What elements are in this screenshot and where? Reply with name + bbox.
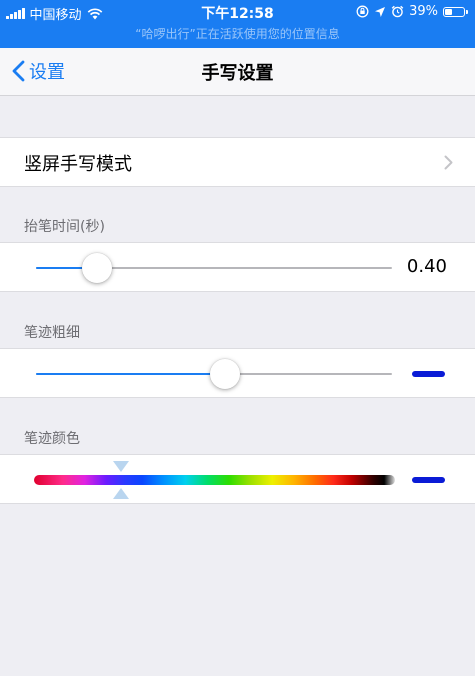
stroke-color-row [0, 454, 475, 504]
page-title: 手写设置 [201, 63, 274, 84]
battery-fill [445, 8, 452, 15]
portrait-handwriting-mode-row[interactable]: 竖屏手写模式 [0, 137, 475, 187]
alarm-icon [391, 5, 404, 18]
chevron-right-icon [444, 155, 453, 170]
stroke-color-preview [412, 477, 445, 483]
portrait-handwriting-mode-label: 竖屏手写模式 [24, 154, 132, 175]
orientation-lock-icon [356, 5, 369, 18]
stroke-width-preview [412, 371, 445, 377]
stroke-width-track-fill [36, 373, 225, 375]
battery-percent: 39% [409, 4, 438, 19]
status-right: 39% [356, 4, 468, 19]
stroke-width-header: 笔迹粗细 [24, 325, 80, 341]
pen-lift-time-header: 抬笔时间(秒) [24, 219, 105, 235]
stroke-width-slider-thumb[interactable] [209, 359, 240, 389]
pen-lift-time-row: 0.40 [0, 242, 475, 292]
stroke-width-row [0, 348, 475, 398]
navigation-bar: 设置 手写设置 [0, 48, 475, 96]
location-arrow-icon [375, 6, 386, 17]
color-spectrum-slider[interactable] [34, 475, 395, 485]
pen-lift-time-value: 0.40 [406, 256, 447, 277]
battery-icon [443, 6, 468, 17]
location-notice-banner[interactable]: “哈啰出行”正在活跃使用您的位置信息 [0, 25, 475, 42]
status-bar: 中国移动 下午12:58 39% “哈啰出行”正在活跃使用您的位置信息 [0, 0, 475, 48]
stroke-color-header: 笔迹颜色 [24, 431, 80, 447]
color-selector-marker[interactable] [111, 460, 131, 500]
pen-lift-time-slider-thumb[interactable] [81, 253, 112, 283]
